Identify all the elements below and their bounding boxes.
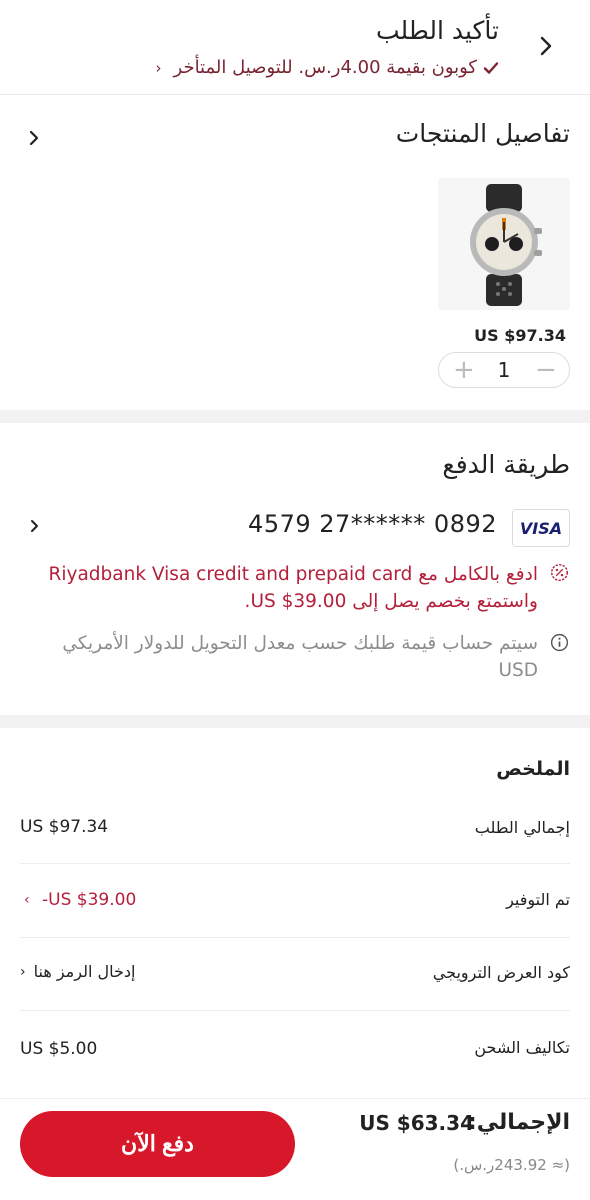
- chevron-left-icon[interactable]: [29, 517, 41, 535]
- pay-now-button[interactable]: دفع الآن: [20, 1111, 295, 1177]
- row-divider: [20, 937, 570, 938]
- checkmark-icon: [483, 61, 499, 74]
- currency-info-text: سيتم حساب قيمة طلبك حسب معدل التحويل للد…: [62, 633, 538, 681]
- total-label: الإجمالي:: [467, 1110, 570, 1135]
- promo-code-input[interactable]: إدخال الرمز هنا ‹: [20, 962, 135, 981]
- section-title-summary: الملخص: [496, 758, 570, 780]
- coupon-banner[interactable]: كوبون بقيمة 4.00ر.س. للتوصيل المتأخر ‹: [156, 57, 499, 78]
- chevron-left-icon[interactable]: [27, 127, 41, 149]
- savings-value[interactable]: -US $39.00: [42, 890, 136, 910]
- section-divider: [0, 410, 590, 423]
- discount-icon: [550, 563, 569, 582]
- promo-code-placeholder: إدخال الرمز هنا: [33, 962, 136, 981]
- order-total-label: إجمالي الطلب: [474, 818, 570, 837]
- quantity-value: 1: [497, 358, 511, 382]
- product-image[interactable]: [438, 178, 570, 310]
- watch-icon: [438, 178, 570, 310]
- plus-icon[interactable]: +: [453, 357, 475, 383]
- section-title-payment: طريقة الدفع: [442, 450, 570, 479]
- visa-logo: VISA: [512, 509, 570, 547]
- chevron-left-icon: ‹: [155, 58, 162, 77]
- footer-divider: [0, 1098, 590, 1099]
- back-icon[interactable]: [538, 34, 554, 58]
- page-title: تأكيد الطلب: [376, 16, 499, 45]
- product-price: US $97.34: [474, 326, 566, 345]
- order-total-value: US $97.34: [20, 817, 109, 837]
- shipping-value: US $5.00: [20, 1039, 98, 1059]
- savings-label: تم التوفير: [506, 890, 570, 909]
- promo-text: ادفع بالكامل مع Riyadbank Visa credit an…: [48, 564, 539, 612]
- row-divider: [20, 1010, 570, 1011]
- row-divider: [20, 863, 570, 864]
- header-divider: [0, 94, 590, 95]
- total-sar-value: (≈ 243.92ر.س.): [453, 1156, 570, 1174]
- chevron-left-icon[interactable]: ‹: [24, 892, 30, 908]
- quantity-stepper: + 1 −: [438, 352, 570, 388]
- coupon-text: كوبون بقيمة 4.00ر.س. للتوصيل المتأخر: [173, 57, 477, 78]
- section-title-products: تفاصيل المنتجات: [395, 119, 570, 148]
- section-divider: [0, 715, 590, 728]
- card-number[interactable]: 4579 27****** 0892: [248, 510, 497, 538]
- total-value: US $63.34: [359, 1111, 474, 1135]
- promo-code-label: كود العرض الترويجي: [432, 963, 570, 982]
- info-icon: [550, 633, 569, 652]
- shipping-label: تكاليف الشحن: [474, 1038, 570, 1057]
- minus-icon[interactable]: −: [535, 357, 557, 383]
- chevron-left-icon: ‹: [20, 963, 26, 980]
